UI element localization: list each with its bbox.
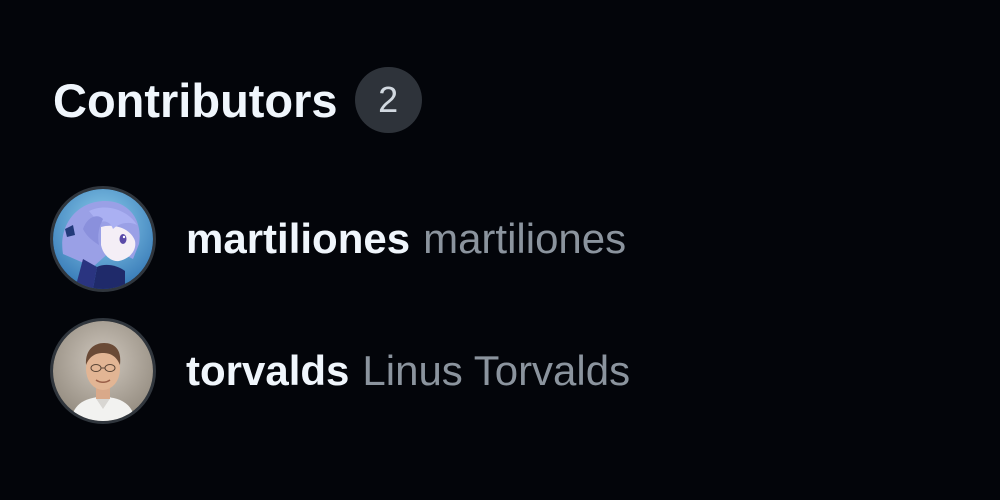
anime-avatar-icon — [53, 189, 153, 289]
person-photo-avatar-icon — [53, 321, 153, 421]
contributor-name: Linus Torvalds — [362, 347, 631, 394]
avatar[interactable] — [50, 186, 156, 292]
contributor-login[interactable]: martiliones — [186, 215, 410, 263]
section-title[interactable]: Contributors — [53, 77, 338, 124]
contributors-list: martiliones martiliones torvalds Linus T… — [50, 184, 950, 426]
contributor-name: martiliones — [423, 215, 627, 262]
contributor-names: torvalds Linus Torvalds — [186, 347, 630, 395]
contributors-count-badge: 2 — [354, 67, 422, 133]
contributor-row-martiliones[interactable]: martiliones martiliones — [50, 184, 950, 294]
contributor-row-torvalds[interactable]: torvalds Linus Torvalds — [50, 316, 950, 426]
contributors-panel: Contributors 2 martiliones martiliones t… — [0, 0, 1000, 500]
contributors-header: Contributors 2 — [53, 67, 422, 133]
contributor-names: martiliones martiliones — [186, 215, 626, 263]
avatar[interactable] — [50, 318, 156, 424]
contributor-login[interactable]: torvalds — [186, 347, 349, 395]
